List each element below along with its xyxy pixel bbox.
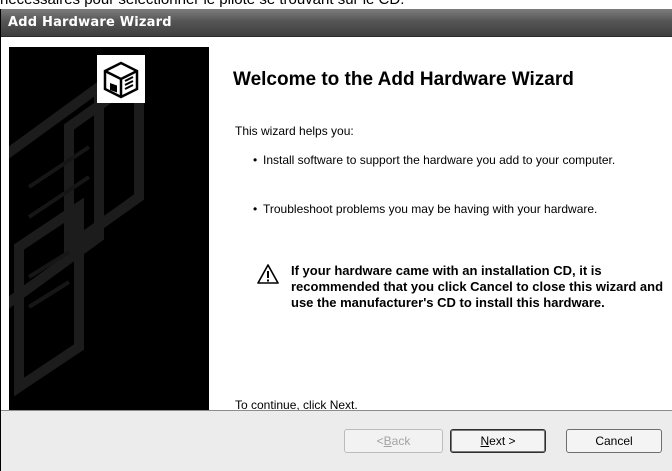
bullet-dot: • — [253, 202, 258, 216]
wizard-content: Welcome to the Add Hardware Wizard This … — [209, 47, 672, 412]
page-caption-text: nécessaires pour sélectionner le pilote … — [0, 0, 672, 9]
next-button-accel: N — [480, 434, 490, 448]
cancel-button[interactable]: Cancel — [566, 429, 662, 453]
list-item: • Troubleshoot problems you may be havin… — [253, 202, 653, 216]
back-button-prefix: < — [376, 434, 384, 448]
warning-icon — [257, 263, 279, 285]
wizard-footer: < Back Next > Cancel — [1, 410, 672, 471]
hardware-card-icon — [97, 55, 145, 103]
window-title: Add Hardware Wizard — [8, 15, 172, 30]
title-bar[interactable]: Add Hardware Wizard — [1, 9, 672, 37]
bullet-dot: • — [253, 153, 258, 167]
intro-text: This wizard helps you: — [235, 124, 354, 138]
next-button-rest: ext > — [489, 434, 516, 448]
list-item: • Install software to support the hardwa… — [253, 153, 653, 167]
bullet-text: Install software to support the hardware… — [263, 153, 616, 167]
wizard-window: Add Hardware Wizard Welcome to the Add H… — [0, 9, 672, 471]
back-button[interactable]: < Back — [344, 429, 443, 453]
back-button-accel: B — [383, 434, 392, 448]
wizard-side-panel — [9, 47, 209, 410]
page-title: Welcome to the Add Hardware Wizard — [233, 69, 574, 90]
next-button[interactable]: Next > — [450, 429, 546, 453]
warning-text: If your hardware came with an installati… — [291, 263, 664, 310]
warning-note: If your hardware came with an installati… — [257, 263, 667, 311]
back-button-rest: ack — [391, 434, 411, 448]
bullet-text: Troubleshoot problems you may be having … — [263, 202, 598, 216]
